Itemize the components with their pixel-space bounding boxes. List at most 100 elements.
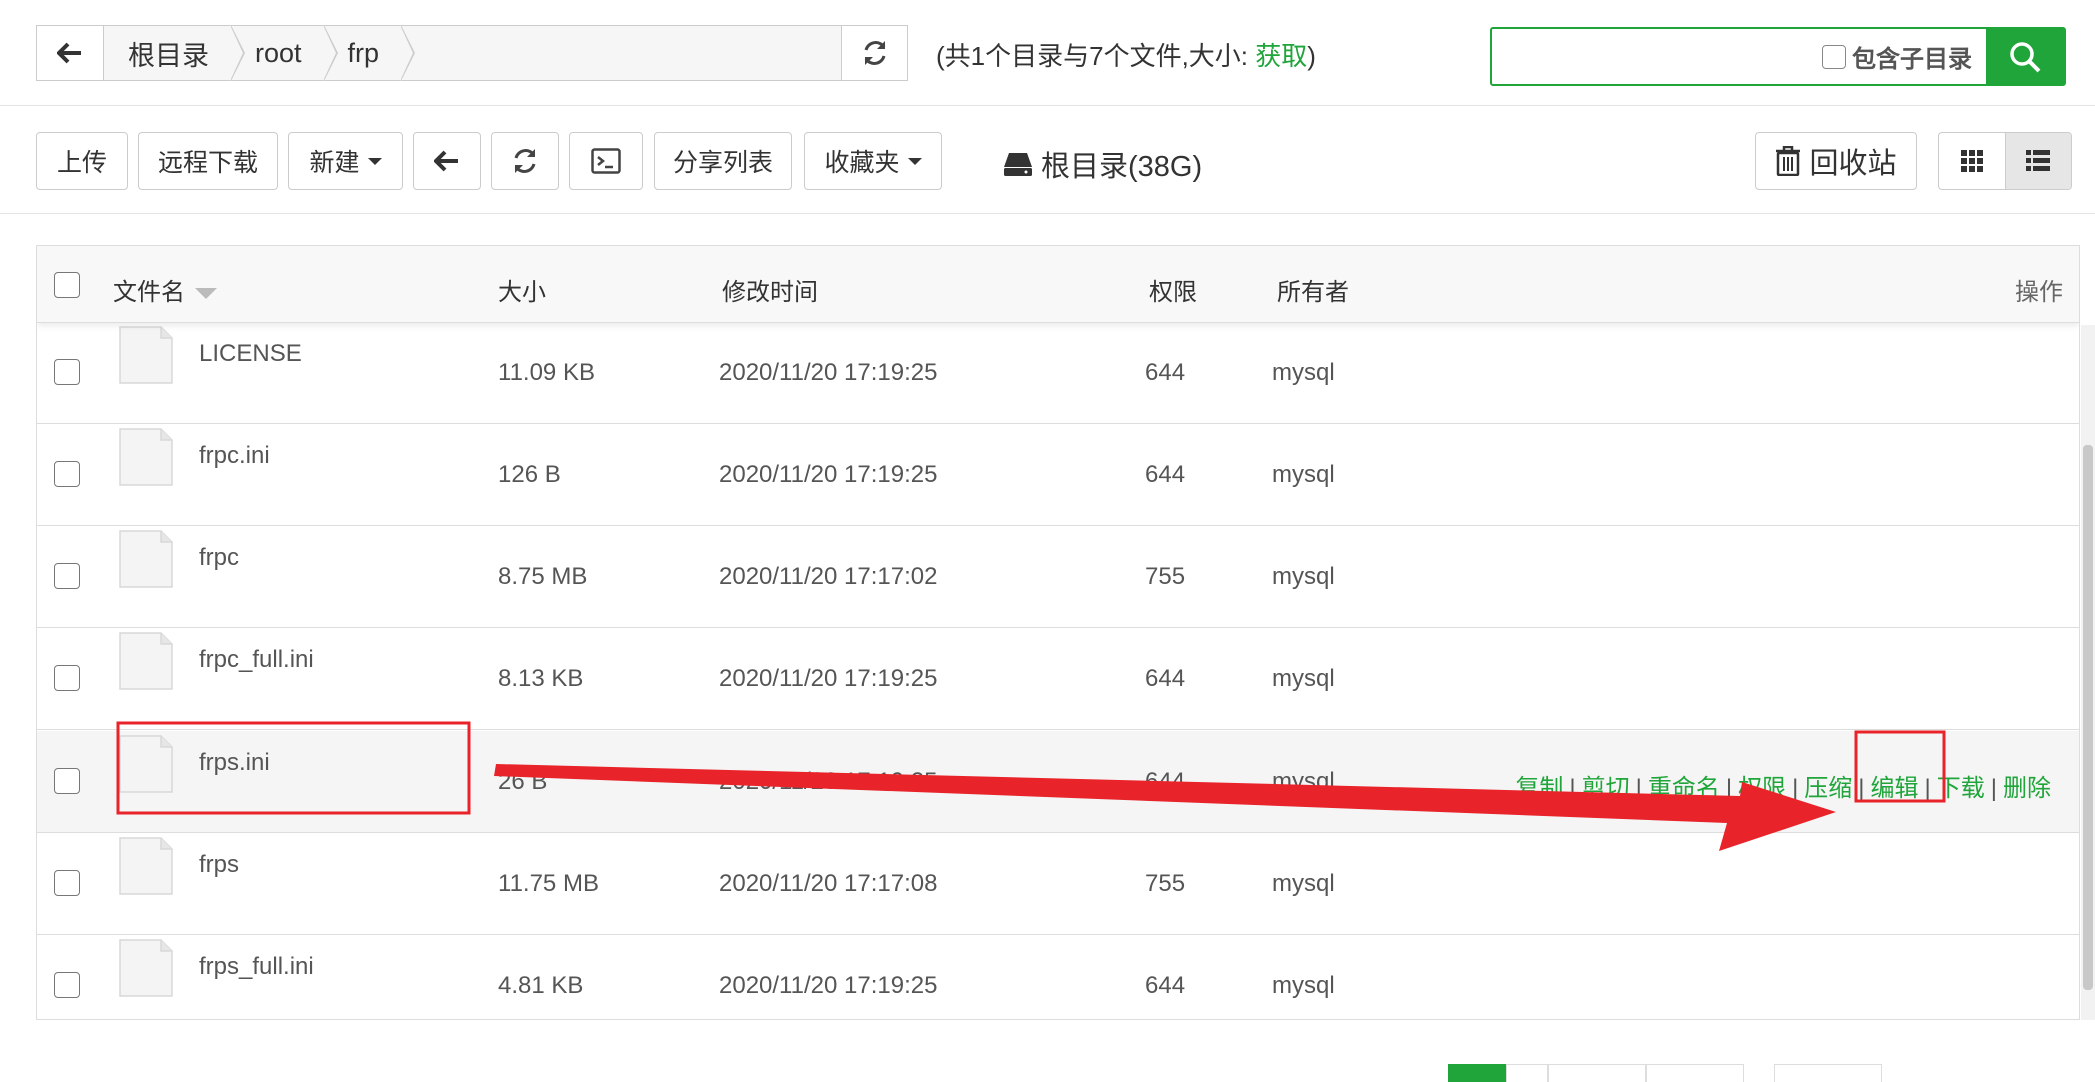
terminal-button[interactable]: [569, 132, 643, 190]
disk-selector[interactable]: 根目录(38G): [1003, 143, 1202, 185]
row-checkbox[interactable]: [54, 359, 80, 385]
table-row[interactable]: frps 11.75 MB 2020/11/20 17:17:08 755 mysql: [37, 833, 2079, 935]
column-header-actions: 操作: [2015, 279, 2063, 306]
file-mtime: 2020/11/20 17:19:25: [719, 972, 938, 999]
favorites-dropdown-button[interactable]: 收藏夹: [804, 132, 942, 190]
table-row[interactable]: frps.ini 26 B 2020/11/20 17:19:25 644 mysql 复…: [37, 731, 2079, 833]
action-cut-link[interactable]: 剪切: [1582, 775, 1630, 802]
disk-label: 根目录(38G): [1041, 151, 1203, 183]
caret-down-icon: [367, 157, 382, 165]
page-button[interactable]: [1646, 1064, 1744, 1082]
terminal-icon: [591, 148, 621, 174]
action-delete-link[interactable]: 删除: [2003, 775, 2051, 802]
toolbar: 上传 远程下载 新建 分享列表 收藏夹 根目录(38G) 回收站: [0, 107, 2095, 214]
page-button[interactable]: [1506, 1064, 1548, 1082]
file-name[interactable]: frps_full.ini: [199, 953, 314, 981]
action-copy-link[interactable]: 复制: [1515, 775, 1563, 802]
file-mtime: 2020/11/20 17:19:25: [719, 359, 938, 386]
include-subdir-toggle[interactable]: 包含子目录: [1822, 29, 1986, 84]
file-owner: mysql: [1272, 972, 1335, 999]
action-rename-link[interactable]: 重命名: [1648, 775, 1720, 802]
column-header-mtime[interactable]: 修改时间: [722, 272, 818, 307]
file-mtime: 2020/11/20 17:17:02: [719, 563, 938, 590]
column-header-name[interactable]: 文件名: [113, 272, 217, 307]
action-separator: |: [1569, 775, 1576, 802]
list-icon: [2026, 150, 2051, 171]
file-perm: 755: [1145, 870, 1186, 897]
file-perm: 644: [1145, 665, 1186, 692]
select-all-checkbox[interactable]: [54, 272, 80, 298]
file-owner: mysql: [1272, 665, 1335, 692]
include-subdir-checkbox[interactable]: [1822, 44, 1846, 69]
remote-download-button[interactable]: 远程下载: [138, 132, 278, 190]
row-checkbox[interactable]: [54, 563, 80, 589]
table-row[interactable]: LICENSE 11.09 KB 2020/11/20 17:19:25 644 mys…: [37, 322, 2079, 424]
table-row[interactable]: frps_full.ini 4.81 KB 2020/11/20 17:19:25 6…: [37, 935, 2079, 1019]
file-mtime: 2020/11/20 17:19:25: [719, 768, 938, 795]
recycle-bin-label: 回收站: [1809, 148, 1897, 180]
upload-button[interactable]: 上传: [36, 132, 128, 190]
recycle-bin-button[interactable]: 回收站: [1755, 132, 1917, 190]
page-button-current[interactable]: [1448, 1064, 1506, 1082]
file-mtime: 2020/11/20 17:19:25: [719, 461, 938, 488]
row-checkbox[interactable]: [54, 972, 80, 998]
row-checkbox[interactable]: [54, 665, 80, 691]
caret-down-icon: [907, 157, 922, 165]
file-owner: mysql: [1272, 359, 1335, 386]
toolbar-back-button[interactable]: [413, 132, 481, 190]
action-perm-link[interactable]: 权限: [1738, 775, 1786, 802]
share-list-button[interactable]: 分享列表: [654, 132, 792, 190]
favorites-label: 收藏夹: [824, 149, 900, 177]
toolbar-refresh-button[interactable]: [491, 132, 559, 190]
arrow-left-icon: [434, 150, 458, 172]
path-input-area[interactable]: [401, 26, 841, 80]
search-input[interactable]: [1492, 29, 1822, 84]
table-header: 文件名 大小 修改时间 权限 所有者 操作: [37, 246, 2079, 323]
row-checkbox[interactable]: [54, 768, 80, 794]
action-download-link[interactable]: 下载: [1937, 775, 1985, 802]
view-mode-toggle: [1938, 132, 2072, 190]
breadcrumb-item-root-dir[interactable]: 根目录: [104, 25, 245, 81]
file-name[interactable]: LICENSE: [199, 340, 302, 368]
file-name[interactable]: frps: [199, 851, 239, 879]
grid-view-button[interactable]: [1939, 133, 2005, 189]
file-name[interactable]: frpc.ini: [199, 442, 270, 470]
column-name-label: 文件名: [113, 279, 185, 306]
search-button[interactable]: [1986, 29, 2064, 84]
file-name[interactable]: frpc_full.ini: [199, 646, 314, 674]
path-bar: 根目录 root frp: [36, 25, 908, 81]
refresh-icon: [514, 149, 536, 173]
file-icon: [119, 939, 173, 997]
new-label: 新建: [309, 149, 360, 177]
row-checkbox[interactable]: [54, 870, 80, 896]
get-size-link[interactable]: 获取: [1255, 41, 1307, 71]
row-checkbox[interactable]: [54, 461, 80, 487]
row-actions: 复制 | 剪切 | 重命名 | 权限 | 压缩 | 编辑 | 下载 | 删除: [1515, 768, 2051, 803]
table-row[interactable]: frpc_full.ini 8.13 KB 2020/11/20 17:19:25 6…: [37, 628, 2079, 730]
action-edit-link[interactable]: 编辑: [1871, 775, 1919, 802]
directory-summary: (共1个目录与7个文件,大小: 获取): [936, 36, 1316, 73]
table-row[interactable]: frpc.ini 126 B 2020/11/20 17:19:25 644 mysql: [37, 424, 2079, 526]
table-scrollbar-thumb[interactable]: [2083, 445, 2093, 990]
list-view-button[interactable]: [2004, 133, 2071, 189]
refresh-path-button[interactable]: [841, 26, 907, 80]
page-size-select[interactable]: [1774, 1064, 1882, 1082]
new-dropdown-button[interactable]: 新建: [288, 132, 403, 190]
file-name[interactable]: frps.ini: [199, 749, 270, 777]
file-mtime: 2020/11/20 17:19:25: [719, 665, 938, 692]
table-row[interactable]: frpc 8.75 MB 2020/11/20 17:17:02 755 mysql: [37, 526, 2079, 628]
file-size: 11.09 KB: [498, 359, 595, 386]
arrow-left-icon: [57, 42, 81, 64]
page-button[interactable]: [1548, 1064, 1646, 1082]
column-header-perm: 权限: [1149, 279, 1197, 306]
column-header-owner: 所有者: [1277, 279, 1349, 306]
file-icon: [119, 428, 173, 486]
back-button[interactable]: [37, 26, 104, 80]
grid-icon: [1960, 150, 1983, 172]
file-name[interactable]: frpc: [199, 544, 239, 572]
file-icon: [119, 735, 173, 793]
trash-icon: [1776, 146, 1801, 176]
column-header-size[interactable]: 大小: [498, 272, 546, 307]
action-compress-link[interactable]: 压缩: [1804, 775, 1852, 802]
file-icon: [119, 530, 173, 588]
